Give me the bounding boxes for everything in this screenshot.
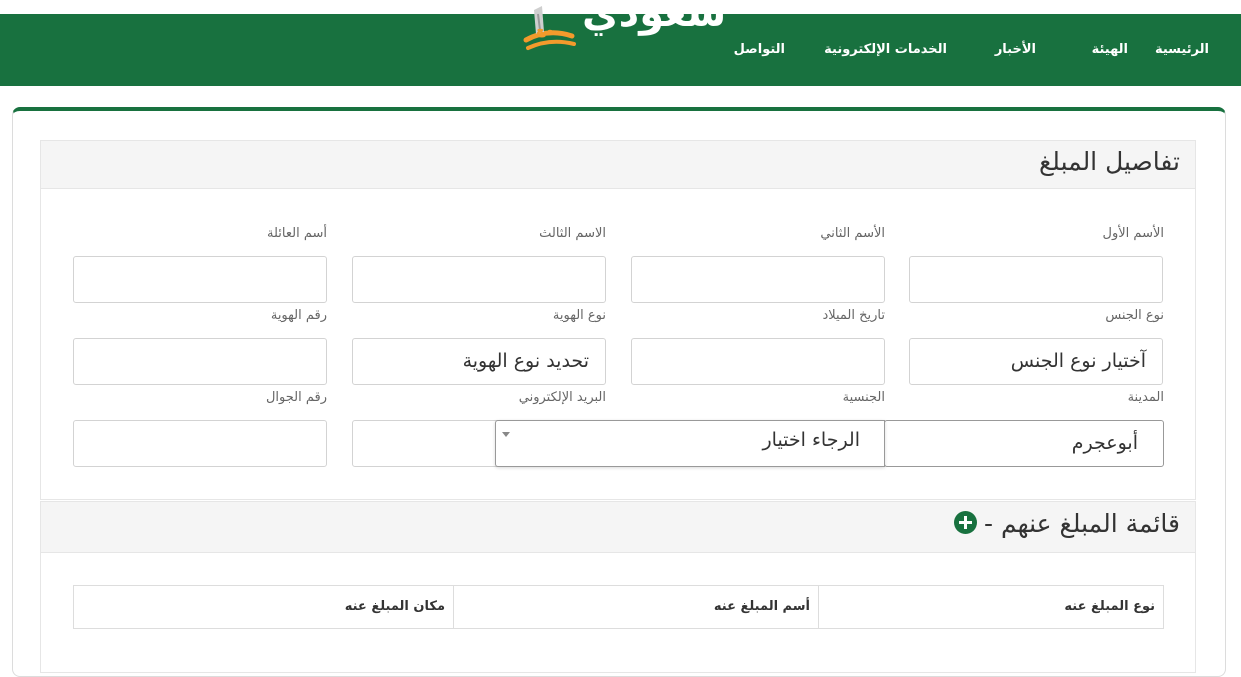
id-type-label: نوع الهوية [552,308,606,323]
mobile-label: رقم الجوال [265,390,327,405]
first-name-input[interactable] [909,256,1163,303]
nationality-select[interactable]: الرجاء اختيار [495,420,885,467]
gender-select[interactable]: آختيار نوع الجنس [909,338,1163,385]
gender-label: نوع الجنس [1105,308,1164,323]
logo-text: سعودي [582,0,727,36]
third-name-input[interactable] [352,256,606,303]
nationality-label: الجنسية [842,390,885,405]
id-number-input[interactable] [73,338,327,385]
city-select-value: أبوعجرم [1071,432,1138,454]
nav-authority[interactable]: الهيئة [1092,40,1128,60]
reported-list-header: قائمة المبلغ عنهم - [40,501,1196,553]
nav-news[interactable]: الأخبار [995,40,1036,60]
second-name-input[interactable] [631,256,885,303]
list-panel-title: قائمة المبلغ عنهم - [983,509,1180,538]
family-name-label: أسم العائلة [267,226,327,241]
chevron-down-icon [502,432,510,437]
reporter-details-header: تفاصيل المبلغ [40,140,1196,189]
nav-contact[interactable]: التواصل [734,40,785,60]
logo-mark-icon: مع [523,6,576,50]
table-header-location: مكان المبلغ عنه [344,599,445,614]
nationality-select-value: الرجاء اختيار [762,429,860,451]
family-name-input[interactable] [73,256,327,303]
gender-select-value: آختيار نوع الجنس [1010,350,1146,372]
third-name-label: الاسم الثالث [539,226,606,241]
table-header-name: أسم المبلغ عنه [453,586,818,628]
site-logo[interactable]: مع سعودي [520,0,727,56]
mobile-input[interactable] [73,420,327,467]
reported-table: نوع المبلغ عنه أسم المبلغ عنه مكان المبل… [73,585,1164,629]
panel-title: تفاصيل المبلغ [1038,147,1180,176]
add-plus-icon[interactable] [954,511,977,534]
nav-home[interactable]: الرئيسية [1155,40,1209,60]
second-name-label: الأسم الثاني [820,226,885,241]
nav-eservices[interactable]: الخدمات الإلكترونية [824,40,947,60]
first-name-label: الأسم الأول [1102,226,1164,241]
id-type-select[interactable]: تحديد نوع الهوية [352,338,606,385]
city-label: المدينة [1127,390,1164,405]
table-header-type: نوع المبلغ عنه [818,586,1163,628]
id-number-label: رقم الهوية [270,308,327,323]
email-label: البريد الإلكتروني [518,390,606,405]
birth-date-input[interactable] [631,338,885,385]
id-type-select-value: تحديد نوع الهوية [462,350,589,372]
birth-date-label: تاريخ الميلاد [822,308,885,323]
city-select[interactable]: أبوعجرم [884,420,1164,467]
svg-text:مع: مع [536,22,554,38]
